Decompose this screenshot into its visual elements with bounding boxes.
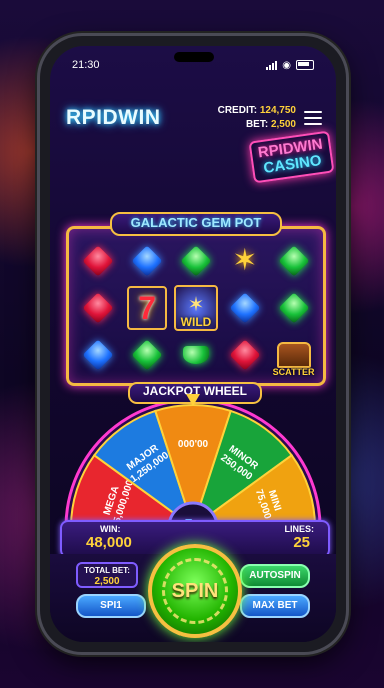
gold-star-icon: ✶ [232,244,258,277]
brand-logo: RPIDWIN [66,106,161,129]
red-gem-icon [82,245,114,277]
reel-cell [173,333,220,377]
slot-reels: ✶ 7 ✶ WILD SCATTER [66,226,326,386]
reel-cell [124,333,171,377]
reel-cell [124,239,171,283]
lines-label: LINES: [284,524,314,534]
max-bet-button[interactable]: MAX BET [240,594,310,618]
reel-cell: 7 [124,285,171,331]
reel-cell: ✶ WILD [173,285,220,331]
blue-gem-icon [131,245,163,277]
reel-cell [221,333,268,377]
green-gem-icon [182,346,209,364]
signal-icon [266,60,278,70]
spin-small-button[interactable]: SPI1 [76,594,146,618]
total-bet-box[interactable]: TOTAL BET: 2,500 [76,562,138,588]
reel-cell [75,285,122,331]
wifi-icon: ◉ [282,59,291,71]
wild-star-icon: ✶ [187,294,205,316]
bet-value: 2,500 [270,119,296,130]
red-gem-icon [82,292,114,324]
credit-value: 124,750 [259,105,296,116]
status-time: 21:30 [72,59,100,71]
autospin-button[interactable]: AUTOSPIN [240,564,310,588]
hamburger-menu-icon[interactable] [304,111,322,125]
green-gem-icon [180,245,212,277]
game-title: GALACTIC GEM POT [110,212,282,236]
lucky-seven-icon: 7 [127,286,168,330]
control-panel: TOTAL BET: 2,500 SPI1 SPIN AUTOSPIN MAX … [50,544,336,642]
wheel-pointer-icon [186,394,200,406]
reel-cell [75,333,122,377]
reel-cell [270,239,317,283]
spin-button[interactable]: SPIN [148,544,242,638]
win-label: WIN: [100,524,121,534]
reel-cell [270,285,317,331]
reel-cell [75,239,122,283]
win-value: 48,000 [86,534,132,551]
wild-label: WILD [180,315,212,329]
lines-value: 25 [293,534,310,551]
spin-arrows-icon [162,558,228,624]
red-gem-icon [229,339,261,371]
credit-panel: CREDIT: 124,750 BET: 2,500 [218,104,296,132]
reel-cell: ✶ [221,239,268,283]
green-gem-icon [131,339,163,371]
top-header: RPIDWIN CREDIT: 124,750 BET: 2,500 [66,98,322,138]
treasure-chest-icon [276,342,311,368]
blue-gem-icon [82,339,114,371]
reel-cell: SCATTER [270,333,317,377]
total-bet-label: TOTAL BET: [84,566,130,575]
phone-screen: 21:30 ◉ RPIDWIN CREDIT: 124,750 BET: 2,5… [50,46,336,642]
credit-label: CREDIT: [217,105,258,116]
bet-label: BET: [245,119,269,130]
status-bar: 21:30 ◉ [72,58,314,72]
green-gem-icon [278,292,310,324]
reel-cell [173,239,220,283]
reel-grid: ✶ 7 ✶ WILD SCATTER [75,239,317,377]
total-bet-value: 2,500 [94,576,120,587]
green-gem-icon [278,245,310,277]
phone-frame: 21:30 ◉ RPIDWIN CREDIT: 124,750 BET: 2,5… [40,36,346,652]
neon-casino-sign: RPIDWIN CASINO [248,130,335,184]
battery-icon [296,60,314,70]
reel-cell [221,285,268,331]
scatter-label: SCATTER [272,367,315,377]
blue-gem-icon [229,292,261,324]
wheel-segment-label: 000'00 [178,439,209,450]
wild-symbol: ✶ WILD [173,285,218,331]
